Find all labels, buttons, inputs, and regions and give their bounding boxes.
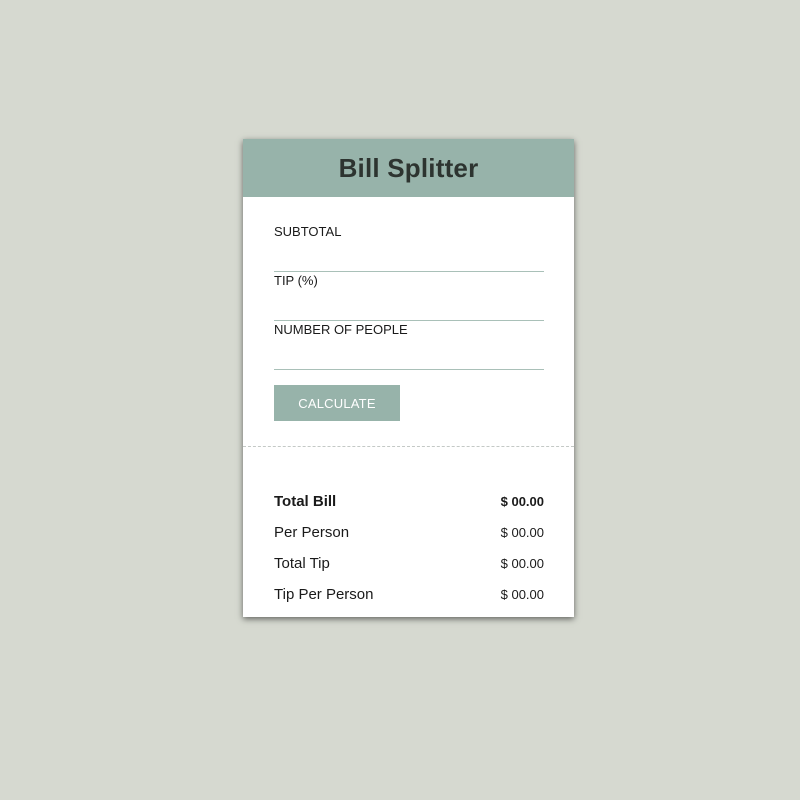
- calculate-button[interactable]: CALCULATE: [274, 385, 400, 421]
- total-bill-value: $ 00.00: [500, 494, 544, 509]
- people-field: NUMBER OF PEOPLE: [274, 321, 544, 370]
- result-row-total-tip: Total Tip $ 00.00: [274, 548, 544, 579]
- subtotal-label: SUBTOTAL: [274, 224, 342, 239]
- card-header: Bill Splitter: [243, 139, 574, 197]
- result-row-per-person: Per Person $ 00.00: [274, 517, 544, 548]
- result-row-tip-per-person: Tip Per Person $ 00.00: [274, 579, 544, 610]
- result-row-total-bill: Total Bill $ 00.00: [274, 486, 544, 517]
- results-section: Total Bill $ 00.00 Per Person $ 00.00 To…: [243, 455, 574, 610]
- subtotal-input[interactable]: [274, 246, 544, 272]
- tip-label: TIP (%): [274, 273, 318, 288]
- subtotal-field: SUBTOTAL: [274, 223, 544, 272]
- bill-form: SUBTOTAL TIP (%) NUMBER OF PEOPLE CALCUL…: [243, 197, 574, 421]
- total-bill-label: Total Bill: [274, 493, 337, 510]
- per-person-value: $ 00.00: [500, 525, 544, 540]
- tip-field: TIP (%): [274, 272, 544, 321]
- app-title: Bill Splitter: [338, 152, 479, 183]
- tip-input[interactable]: [274, 295, 544, 321]
- people-label: NUMBER OF PEOPLE: [274, 322, 408, 337]
- tip-per-person-value: $ 00.00: [500, 587, 544, 602]
- total-tip-label: Total Tip: [274, 555, 330, 572]
- tip-per-person-label: Tip Per Person: [274, 586, 374, 603]
- people-input[interactable]: [274, 344, 544, 370]
- per-person-label: Per Person: [274, 524, 350, 541]
- section-divider: [243, 446, 574, 447]
- total-tip-value: $ 00.00: [500, 556, 544, 571]
- bill-splitter-card: Bill Splitter SUBTOTAL TIP (%) NUMBER OF…: [243, 139, 574, 617]
